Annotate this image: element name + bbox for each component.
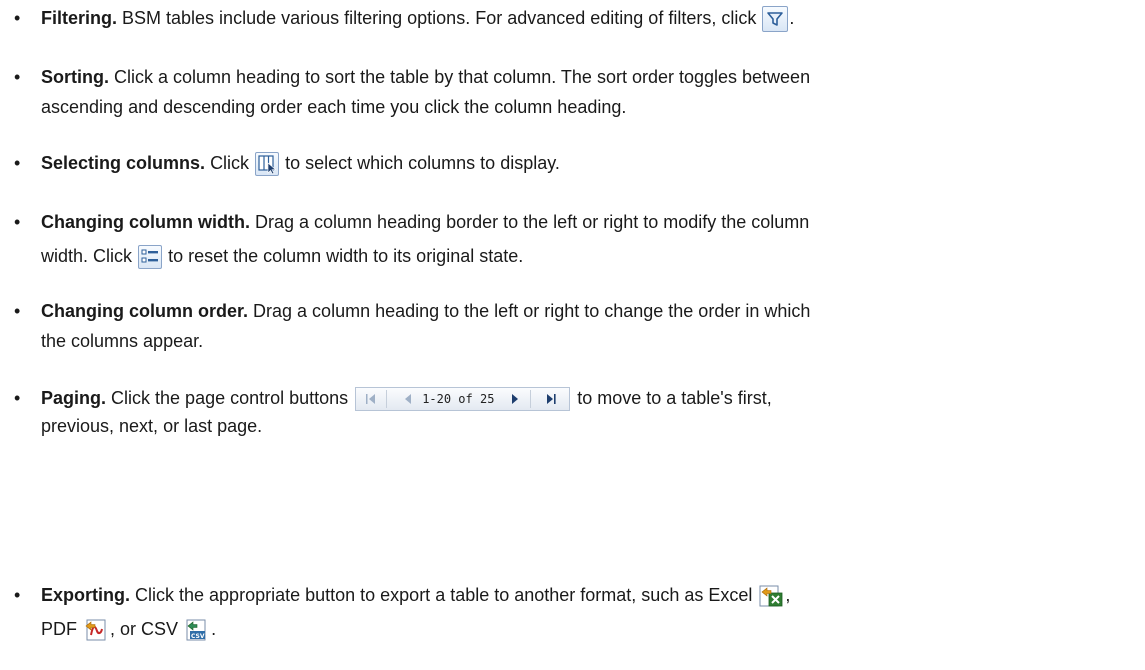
- last-page-button[interactable]: [540, 389, 562, 409]
- item-text-line2: ascending and descending order each time…: [41, 97, 627, 117]
- item-text: BSM tables include various filtering opt…: [122, 8, 757, 28]
- item-text-line2: width. Click: [41, 246, 133, 266]
- item-lead: Exporting.: [41, 585, 130, 605]
- csv-label: , or CSV: [110, 619, 179, 639]
- next-page-button[interactable]: [504, 389, 526, 409]
- bullet-dot: •: [14, 388, 21, 408]
- pager-separator: [386, 390, 388, 409]
- previous-page-button[interactable]: [396, 389, 418, 409]
- reset-column-width-icon[interactable]: [138, 245, 163, 270]
- item-text: Drag a column heading to the left or rig…: [253, 301, 811, 321]
- item-text-end: ,: [785, 585, 791, 605]
- export-pdf-icon[interactable]: [83, 617, 109, 643]
- item-text-end: to select which columns to display.: [285, 153, 560, 173]
- pdf-label: PDF: [41, 619, 77, 639]
- item-text-end: .: [211, 619, 217, 639]
- svg-text:CSV: CSV: [191, 633, 205, 640]
- item-lead: Paging.: [41, 388, 107, 408]
- item-lead: Filtering.: [41, 8, 117, 28]
- pager-control: 1-20 of 25: [355, 387, 571, 412]
- item-lead: Changing column order.: [41, 301, 249, 321]
- page-range-text: 1-20 of 25: [422, 392, 495, 407]
- item-text: Click the page control buttons: [111, 388, 349, 408]
- first-page-button[interactable]: [360, 389, 382, 409]
- item-text-end: .: [789, 8, 795, 28]
- item-text: Click a column heading to sort the table…: [114, 67, 811, 87]
- export-csv-icon[interactable]: CSV: [184, 617, 210, 643]
- item-text-end: to move to a table's first,: [577, 388, 772, 408]
- item-text-line2: previous, next, or last page.: [41, 416, 263, 436]
- pager-separator: [530, 390, 532, 409]
- bullet-dot: •: [14, 67, 21, 87]
- filter-icon[interactable]: [762, 6, 789, 33]
- item-lead: Changing column width.: [41, 212, 250, 232]
- bullet-dot: •: [14, 8, 21, 28]
- item-text: Click: [210, 153, 250, 173]
- bullet-dot: •: [14, 153, 21, 173]
- item-text-end: to reset the column width to its origina…: [168, 246, 524, 266]
- item-text-line2: the columns appear.: [41, 331, 204, 351]
- bullet-dot: •: [14, 301, 21, 321]
- export-excel-icon[interactable]: [758, 583, 784, 609]
- select-columns-icon[interactable]: [255, 152, 280, 177]
- item-lead: Sorting.: [41, 67, 109, 87]
- bullet-dot: •: [14, 212, 21, 232]
- bullet-dot: •: [14, 585, 21, 605]
- item-text: Click the appropriate button to export a…: [135, 585, 753, 605]
- item-lead: Selecting columns.: [41, 153, 206, 173]
- item-text: Drag a column heading border to the left…: [255, 212, 810, 232]
